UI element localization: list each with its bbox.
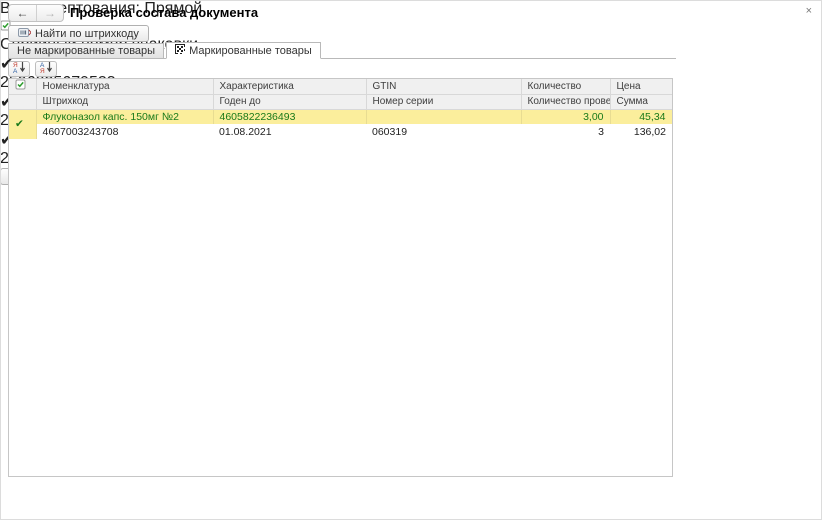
col-header-price[interactable]: Цена (610, 79, 672, 94)
page-title: Проверка состава документа (70, 5, 258, 20)
cell-expires[interactable]: 01.08.2021 (213, 124, 366, 139)
close-button[interactable]: × (806, 4, 812, 18)
svg-text:А: А (13, 68, 18, 73)
nav-button-group: ← → (8, 4, 64, 22)
col-header-quantity-checked[interactable]: Количество проверено (521, 94, 610, 109)
table-header-row-2: Штрихкод Годен до Номер серии Количество… (9, 94, 672, 109)
forward-icon: → (44, 6, 56, 20)
sort-descending-icon: ЯА (13, 60, 26, 78)
back-icon: ← (17, 6, 29, 20)
cell-price[interactable]: 45,34 (610, 109, 672, 124)
table-header-row-1: Номенклатура Характеристика GTIN Количес… (9, 79, 672, 94)
tab-marked-goods[interactable]: Маркированные товары (166, 42, 321, 59)
header-check-cell[interactable] (9, 79, 36, 94)
cell-barcode[interactable]: 4607003243708 (36, 124, 213, 139)
header-check-spacer (9, 94, 36, 109)
col-header-series[interactable]: Номер серии (366, 94, 521, 109)
cell-sum[interactable]: 136,02 (610, 124, 672, 139)
cell-nomenclature[interactable]: Флуконазол капс. 150мг №2 (36, 109, 213, 124)
tab-marked-label: Маркированные товары (189, 45, 312, 57)
tab-bar: Не маркированные товары Маркированные то… (8, 42, 676, 59)
cell-series[interactable]: 060319 (366, 124, 521, 139)
table-row-line-1[interactable]: ✔ Флуконазол капс. 150мг №2 460582223649… (9, 109, 672, 124)
cell-quantity-checked[interactable]: 3 (521, 124, 610, 139)
col-header-barcode[interactable]: Штрихкод (36, 94, 213, 109)
cell-characteristic[interactable]: 4605822236493 (213, 109, 366, 124)
col-header-quantity[interactable]: Количество (521, 79, 610, 94)
find-by-barcode-button[interactable]: Найти по штрихкоду (8, 25, 149, 42)
col-header-nomenclature[interactable]: Номенклатура (36, 79, 213, 94)
sort-toolbar: ЯА АЯ (8, 61, 57, 77)
forward-button[interactable]: → (36, 5, 63, 21)
col-header-gtin[interactable]: GTIN (366, 79, 521, 94)
barcode-scanner-icon (18, 27, 31, 41)
tab-unmarked-goods[interactable]: Не маркированные товары (8, 43, 164, 58)
row-check-icon: ✔ (15, 118, 24, 130)
cell-gtin[interactable] (366, 109, 521, 124)
back-button[interactable]: ← (9, 5, 36, 21)
col-header-characteristic[interactable]: Характеристика (213, 79, 366, 94)
tab-unmarked-label: Не маркированные товары (17, 45, 155, 57)
checkbox-checked-icon (15, 82, 26, 93)
close-icon: × (806, 5, 812, 17)
sort-descending-button[interactable]: ЯА (8, 61, 30, 77)
sort-ascending-button[interactable]: АЯ (35, 61, 57, 77)
table-row-line-2[interactable]: 4607003243708 01.08.2021 060319 3 136,02 (9, 124, 672, 139)
col-header-sum[interactable]: Сумма (610, 94, 672, 109)
datamatrix-icon (175, 44, 185, 57)
row-checked-cell[interactable]: ✔ (9, 109, 36, 139)
col-header-expires[interactable]: Годен до (213, 94, 366, 109)
sort-ascending-icon: АЯ (40, 60, 53, 78)
find-by-barcode-label: Найти по штрихкоду (35, 28, 139, 40)
marked-goods-table[interactable]: Номенклатура Характеристика GTIN Количес… (8, 78, 673, 477)
svg-text:Я: Я (40, 68, 45, 73)
cell-quantity[interactable]: 3,00 (521, 109, 610, 124)
